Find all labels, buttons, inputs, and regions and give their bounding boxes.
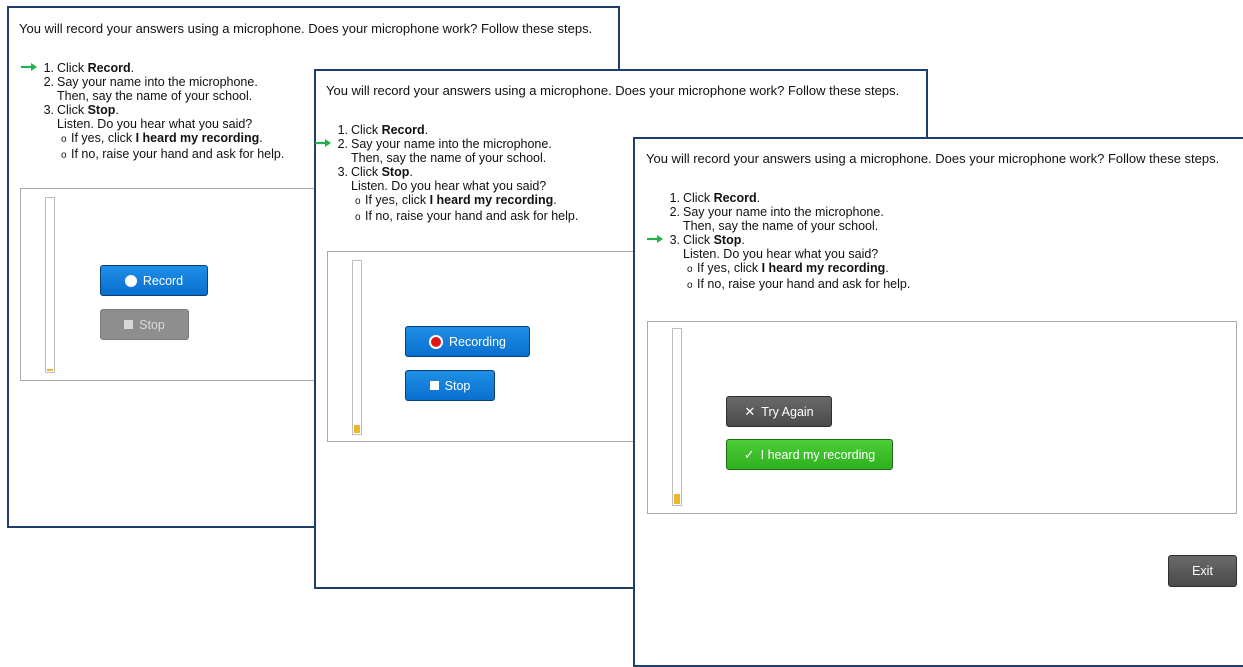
volume-meter	[672, 328, 682, 506]
step-3: 3. Click Stop.	[337, 165, 413, 179]
step-3: 3. Click Stop.	[647, 233, 910, 247]
recorder-area: ✕ Try Again ✓ I heard my recording	[647, 321, 1237, 514]
current-step-arrow-icon	[647, 235, 663, 243]
stop-icon	[429, 381, 439, 390]
step-1: 1. Click Record.	[337, 123, 429, 137]
steps-list: 1. Click Record. 2. Say your name into the…	[21, 61, 285, 163]
step-2: 2. Say your name into the microphone.	[315, 137, 578, 151]
step-3-no: o If no, raise your hand and ask for help…	[61, 147, 285, 161]
current-step-arrow-icon	[21, 63, 37, 71]
step-2: 2. Say your name into the microphone.	[43, 75, 258, 89]
record-icon	[124, 274, 137, 287]
stop-button[interactable]: Stop	[405, 370, 495, 401]
recording-button[interactable]: Recording	[405, 326, 530, 357]
exit-button[interactable]: Exit	[1168, 555, 1237, 587]
current-step-arrow-icon	[315, 139, 331, 147]
try-again-button[interactable]: ✕ Try Again	[726, 396, 832, 427]
step-3-no: o If no, raise your hand and ask for help…	[355, 209, 579, 223]
steps-list: 1. Click Record. 2. Say your name into the…	[315, 123, 579, 225]
stop-button[interactable]: Stop	[100, 309, 189, 340]
volume-meter	[352, 260, 362, 435]
record-button[interactable]: Record	[100, 265, 208, 296]
close-icon: ✕	[744, 403, 756, 419]
step-3-no: o If no, raise your hand and ask for help…	[687, 277, 911, 291]
step-3-yes: o If yes, click I heard my recording.	[61, 131, 263, 145]
recording-icon	[429, 334, 443, 349]
step-3-yes: o If yes, click I heard my recording.	[355, 193, 557, 207]
steps-list: 1. Click Record. 2. Say your name into the…	[647, 191, 911, 293]
instructions-intro: You will record your answers using a mic…	[646, 151, 1220, 166]
step-1: 1. Click Record.	[669, 191, 761, 205]
stop-icon	[124, 320, 134, 329]
instructions-intro: You will record your answers using a mic…	[326, 83, 900, 98]
mic-check-panel-step3: You will record your answers using a mic…	[633, 137, 1243, 667]
step-3-yes: o If yes, click I heard my recording.	[687, 261, 889, 275]
instructions-intro: You will record your answers using a mic…	[19, 21, 593, 36]
check-icon: ✓	[743, 446, 755, 462]
step-2: 2. Say your name into the microphone.	[669, 205, 884, 219]
volume-meter	[45, 197, 55, 373]
step-1: 1. Click Record.	[21, 61, 284, 75]
step-3: 3. Click Stop.	[43, 103, 119, 117]
heard-recording-button[interactable]: ✓ I heard my recording	[726, 439, 893, 470]
